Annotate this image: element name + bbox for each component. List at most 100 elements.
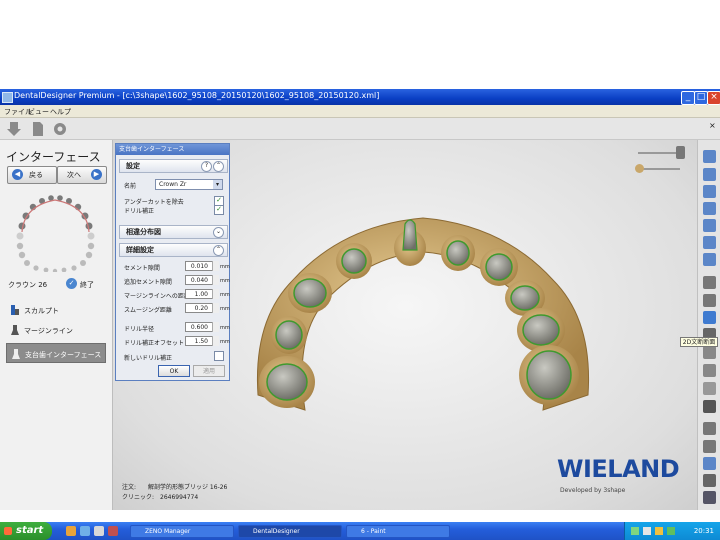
tooltip: 2D文断断面	[680, 337, 718, 347]
next-button[interactable]: 次へ ▶	[57, 166, 107, 184]
chevron-down-icon: ▾	[213, 180, 222, 189]
axis-icon[interactable]	[703, 440, 716, 453]
extra-cement-gap-spinner[interactable]	[212, 275, 219, 285]
ok-button[interactable]: OK	[158, 365, 190, 377]
view-front-icon[interactable]	[703, 150, 716, 163]
shield-icon[interactable]	[703, 491, 716, 504]
task-dentaldesigner[interactable]: DentalDesigner	[238, 525, 342, 538]
quicklaunch-app-icon[interactable]	[108, 526, 118, 536]
chevron-up-icon[interactable]: ⌃	[213, 245, 224, 256]
tooth-visibility-icon[interactable]	[635, 164, 644, 173]
right-toolbar	[697, 140, 720, 510]
settings-section-header[interactable]: 設定 ? ⌃	[119, 159, 228, 173]
order-info: 注文: 解剖学的形態ブリッジ 16-26	[122, 484, 228, 491]
tooth-chart[interactable]	[12, 192, 100, 272]
chevron-down-icon[interactable]: ⌄	[213, 227, 224, 238]
tray-security-icon[interactable]	[655, 527, 663, 535]
pin-icon[interactable]	[703, 311, 716, 324]
quicklaunch-explorer-icon[interactable]	[94, 526, 104, 536]
cone-icon[interactable]	[703, 346, 716, 359]
tooth-transparency-slider[interactable]	[638, 168, 680, 170]
view-back-icon[interactable]	[703, 168, 716, 181]
window-title-bar[interactable]: DentalDesigner Premium - [c:\3shape\1602…	[0, 89, 720, 105]
preparation-26[interactable]	[519, 345, 579, 405]
margin-distance-spinner[interactable]	[212, 289, 219, 299]
view-left-icon[interactable]	[703, 219, 716, 232]
antagonist-icon[interactable]	[703, 276, 716, 289]
model-visibility-icon[interactable]	[676, 146, 685, 159]
task-zeno-manager[interactable]: ZENO Manager	[130, 525, 234, 538]
brand-subtitle: Developed by 3shape	[560, 487, 626, 494]
transparency-slider[interactable]	[638, 152, 680, 154]
download-arrow-icon[interactable]	[6, 121, 22, 137]
clock: 20:31	[693, 527, 714, 535]
ruler-icon[interactable]	[703, 457, 716, 470]
cement-gap-spinner[interactable]	[212, 261, 219, 271]
chevron-up-icon[interactable]: ⌃	[213, 161, 224, 172]
preparation-23[interactable]	[480, 248, 518, 286]
brand-logo: WIELAND	[557, 455, 680, 483]
preparation-25[interactable]	[517, 308, 565, 352]
margin-distance-label: マージンラインへの距離	[124, 293, 190, 300]
help-icon[interactable]: ?	[201, 161, 212, 172]
preparation-14[interactable]	[288, 273, 332, 313]
tray-network-icon[interactable]	[631, 527, 639, 535]
tray-volume-icon[interactable]	[643, 527, 651, 535]
smoothing-distance-label: スムージング距離	[124, 307, 172, 314]
preparation-16[interactable]	[259, 356, 315, 408]
preparation-22[interactable]	[441, 235, 475, 271]
smoothing-distance-spinner[interactable]	[212, 303, 219, 313]
menu-help[interactable]: ヘルプ	[50, 107, 71, 117]
arrow-left-icon: ◀	[12, 169, 23, 180]
new-drill-label: 新しいドリル補正	[124, 355, 173, 362]
minimize-button[interactable]: _	[681, 91, 695, 105]
maximize-button[interactable]: □	[694, 91, 708, 105]
menu-view[interactable]: ビュー	[28, 107, 49, 117]
grid-icon[interactable]	[703, 382, 716, 395]
preparation-toggle-icon[interactable]	[703, 294, 716, 307]
window-title: DentalDesigner Premium - [c:\3shape\1602…	[14, 91, 380, 100]
camera-icon[interactable]	[703, 400, 716, 413]
preparation-15[interactable]	[271, 316, 307, 354]
drill-offset-spinner[interactable]	[212, 336, 219, 346]
close-button[interactable]: ×	[707, 91, 720, 105]
name-label: 名前	[124, 183, 137, 190]
measure-icon[interactable]	[703, 364, 716, 377]
undercut-label: アンダーカットを除去	[124, 199, 184, 206]
left-panel: インターフェース ◀ 戻る 次へ ▶ クラウン 26 ✓ 終了 スカルプト マー…	[0, 140, 113, 510]
back-button[interactable]: ◀ 戻る	[7, 166, 57, 184]
menu-bar: ファイル ビュー ヘルプ	[0, 105, 720, 118]
view-top-icon[interactable]	[703, 185, 716, 198]
document-icon[interactable]	[30, 121, 46, 137]
toolbar-close-icon[interactable]: ×	[709, 122, 717, 130]
quicklaunch-ie-icon[interactable]	[66, 526, 76, 536]
preparation-13[interactable]	[336, 243, 372, 279]
dental-arch-model[interactable]	[253, 210, 593, 420]
drill-compensation-checkbox[interactable]: ✓	[214, 205, 224, 215]
distribution-section-header[interactable]: 相違分布図 ⌄	[119, 225, 228, 239]
view-fit-icon[interactable]	[703, 253, 716, 266]
print-icon[interactable]	[703, 474, 716, 487]
quicklaunch-desktop-icon[interactable]	[80, 526, 90, 536]
tooth-chart-upper-arch	[16, 195, 95, 240]
tool-abutment-interface[interactable]: 支台歯インターフェース	[6, 343, 106, 363]
system-tray: 20:31	[624, 522, 720, 540]
panel-title: インターフェース	[6, 150, 101, 164]
new-drill-checkbox[interactable]	[214, 351, 224, 361]
drill-radius-label: ドリル半径	[124, 326, 155, 333]
drill-offset-label: ドリル補正オフセット	[124, 340, 185, 347]
cement-gap-label: セメント隙間	[124, 265, 160, 272]
view-bottom-icon[interactable]	[703, 202, 716, 215]
detail-section-header[interactable]: 詳細設定 ⌃	[119, 243, 228, 257]
cube-icon[interactable]	[703, 422, 716, 435]
tray-update-icon[interactable]	[667, 527, 675, 535]
task-paint[interactable]: 6 - Paint	[346, 525, 450, 538]
settings-gear-icon[interactable]	[52, 121, 68, 137]
drill-radius-spinner[interactable]	[212, 322, 219, 332]
apply-button[interactable]: 適用	[193, 365, 225, 377]
start-button[interactable]: start	[0, 522, 52, 540]
extra-cement-gap-label: 追加セメント隙間	[124, 279, 172, 286]
arrow-right-icon: ▶	[91, 169, 102, 180]
view-right-icon[interactable]	[703, 236, 716, 249]
name-select[interactable]: Crown Zr ▾	[155, 179, 223, 190]
